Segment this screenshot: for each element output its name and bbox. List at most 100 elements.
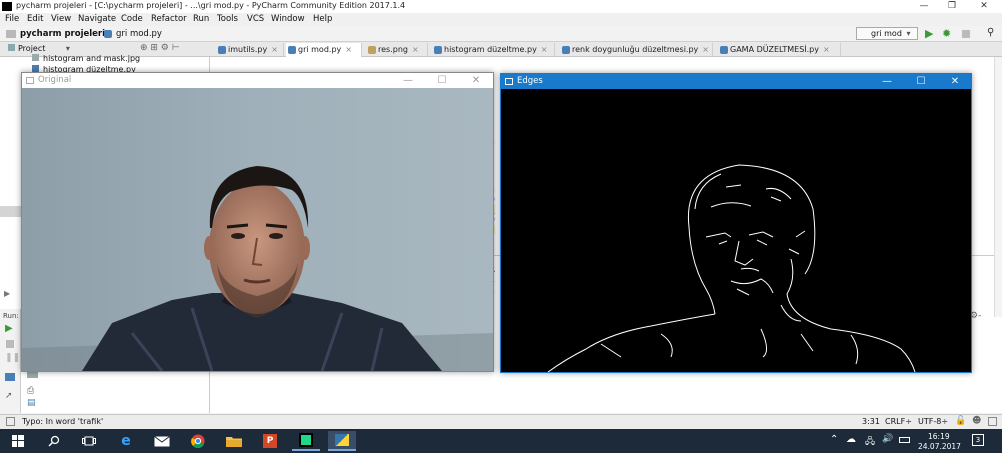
menu-bar: File Edit View Navigate Code Refactor Ru… bbox=[0, 13, 1002, 26]
original-window[interactable]: Original — ☐ ✕ bbox=[21, 72, 494, 372]
tab-label: renk doygunluğu düzeltmesi.py bbox=[572, 45, 699, 54]
stop-icon[interactable] bbox=[962, 30, 970, 38]
search-icon[interactable]: ⚲ bbox=[987, 27, 994, 38]
original-window-titlebar[interactable]: Original — ☐ ✕ bbox=[22, 73, 493, 88]
close-button[interactable]: ✕ bbox=[939, 74, 971, 89]
close-tab-icon[interactable]: × bbox=[823, 45, 830, 54]
lock-icon[interactable]: 🔓 bbox=[955, 416, 966, 426]
rerun-icon[interactable]: ▶ bbox=[5, 323, 13, 334]
pin-icon[interactable]: ➚ bbox=[5, 391, 13, 401]
task-view-button[interactable] bbox=[75, 431, 103, 451]
search-button[interactable] bbox=[40, 431, 68, 451]
close-tab-icon[interactable]: × bbox=[345, 45, 352, 54]
breadcrumb-file[interactable]: gri mod.py bbox=[116, 29, 162, 39]
notification-center-button[interactable]: 3 bbox=[972, 434, 984, 446]
powerpoint-button[interactable]: P bbox=[256, 431, 284, 451]
cloud-icon[interactable]: ☁ bbox=[846, 434, 856, 445]
python-file-icon bbox=[218, 46, 226, 54]
python-window-button[interactable] bbox=[328, 431, 356, 451]
menu-window[interactable]: Window bbox=[271, 14, 305, 24]
minimize-button[interactable]: — bbox=[910, 0, 938, 13]
debug-icon[interactable]: ✹ bbox=[942, 27, 951, 40]
tab-renk-doygunlugu[interactable]: renk doygunluğu düzeltmesi.py × bbox=[560, 43, 713, 57]
menu-edit[interactable]: Edit bbox=[27, 14, 43, 24]
notification-count: 3 bbox=[975, 436, 981, 444]
edges-window-titlebar[interactable]: Edges — ☐ ✕ bbox=[501, 74, 971, 89]
file-explorer-button[interactable] bbox=[220, 431, 248, 451]
tab-gri-mod[interactable]: gri mod.py × bbox=[286, 43, 362, 57]
tray-up-arrow-icon[interactable]: ⌃ bbox=[830, 434, 838, 445]
maximize-button[interactable]: ☐ bbox=[905, 74, 937, 89]
minimize-button[interactable]: — bbox=[392, 73, 424, 88]
close-tab-icon[interactable]: × bbox=[271, 45, 278, 54]
menu-file[interactable]: File bbox=[5, 14, 19, 24]
minimize-button[interactable]: — bbox=[871, 74, 903, 89]
maximize-button[interactable]: ☐ bbox=[426, 73, 458, 88]
editor-tab-bar: Project ▾ ⊕ ⊞ ⚙ ⊢ imutils.py × gri mod.py… bbox=[0, 42, 1002, 57]
close-button[interactable]: ✕ bbox=[970, 0, 998, 13]
run-config-label: gri mod bbox=[871, 29, 902, 38]
trash-icon[interactable]: ▤ bbox=[27, 398, 36, 408]
battery-icon[interactable] bbox=[899, 437, 910, 443]
tab-res-png[interactable]: res.png × bbox=[366, 43, 428, 57]
event-log-icon[interactable] bbox=[988, 417, 997, 426]
menu-run[interactable]: Run bbox=[193, 14, 209, 24]
tab-imutils[interactable]: imutils.py × bbox=[216, 43, 284, 57]
editor-scrollbar[interactable] bbox=[994, 57, 1002, 317]
chrome-button[interactable] bbox=[184, 431, 212, 451]
start-button[interactable] bbox=[4, 431, 32, 451]
tab-label: GAMA DÜZELTMESİ.py bbox=[730, 45, 819, 54]
edges-window-title: Edges bbox=[517, 76, 543, 86]
file-name: histogram and mask.jpg bbox=[43, 54, 141, 63]
mail-button[interactable] bbox=[148, 431, 176, 451]
line-separator[interactable]: CRLF÷ bbox=[885, 417, 912, 426]
breadcrumb-project[interactable]: pycharm projeleri bbox=[20, 29, 105, 39]
tool-settings-icon[interactable]: ⊕ ⊞ ⚙ ⊢ bbox=[140, 43, 180, 53]
restore-button[interactable]: ❐ bbox=[938, 0, 966, 13]
network-icon[interactable]: 🖧 bbox=[865, 434, 875, 450]
powerpoint-icon: P bbox=[263, 434, 277, 448]
close-tab-icon[interactable]: × bbox=[412, 45, 419, 54]
tool-window-icon[interactable] bbox=[6, 417, 15, 426]
tab-label: res.png bbox=[378, 45, 408, 54]
menu-tools[interactable]: Tools bbox=[217, 14, 238, 24]
app-title-bar: pycharm projeleri - [C:\pycharm projeler… bbox=[0, 0, 1002, 13]
project-folder-icon bbox=[8, 44, 15, 51]
status-bar: Typo: In word 'trafik' 3:31 CRLF÷ UTF-8÷… bbox=[0, 414, 1002, 429]
menu-code[interactable]: Code bbox=[121, 14, 143, 24]
menu-view[interactable]: View bbox=[51, 14, 71, 24]
python-file-icon bbox=[32, 65, 39, 72]
list-item[interactable]: histogram and mask.jpg bbox=[32, 54, 140, 63]
cursor-position[interactable]: 3:31 bbox=[862, 417, 880, 426]
stop-icon[interactable] bbox=[6, 340, 14, 348]
tab-gama-duzeltmesi[interactable]: GAMA DÜZELTMESİ.py × bbox=[718, 43, 841, 57]
python-file-icon bbox=[562, 46, 570, 54]
print-icon[interactable]: ⎙ bbox=[27, 386, 34, 396]
run-config-select[interactable]: gri mod ▾ bbox=[856, 27, 918, 40]
tab-histogram-duzeltme[interactable]: histogram düzeltme.py × bbox=[432, 43, 555, 57]
run-icon[interactable]: ▶ bbox=[925, 27, 933, 40]
python-file-icon bbox=[434, 46, 442, 54]
folder-icon bbox=[6, 30, 16, 38]
window-title: pycharm projeleri - [C:\pycharm projeler… bbox=[16, 1, 406, 10]
clock-date[interactable]: 24.07.2017 bbox=[918, 442, 961, 451]
edges-window[interactable]: Edges — ☐ ✕ bbox=[500, 73, 972, 373]
menu-help[interactable]: Help bbox=[313, 14, 332, 24]
volume-icon[interactable]: 🔊 bbox=[882, 434, 893, 444]
inspector-icon[interactable]: ☻ bbox=[972, 416, 981, 426]
close-tab-icon[interactable]: × bbox=[541, 45, 548, 54]
project-tool-label[interactable]: Project ▾ bbox=[8, 44, 70, 53]
expand-icon[interactable]: ▶ bbox=[4, 289, 10, 298]
close-button[interactable]: ✕ bbox=[460, 73, 492, 88]
clock-time[interactable]: 16:19 bbox=[928, 432, 950, 441]
menu-navigate[interactable]: Navigate bbox=[78, 14, 116, 24]
pause-icon[interactable]: ❚❚ bbox=[5, 353, 20, 363]
edge-browser-button[interactable]: e bbox=[112, 431, 140, 451]
menu-refactor[interactable]: Refactor bbox=[151, 14, 187, 24]
close-tab-icon[interactable]: × bbox=[702, 45, 709, 54]
pycharm-taskbar-button[interactable] bbox=[292, 431, 320, 451]
layout-icon[interactable] bbox=[5, 373, 15, 381]
window-icon bbox=[26, 77, 34, 84]
file-encoding[interactable]: UTF-8÷ bbox=[918, 417, 948, 426]
menu-vcs[interactable]: VCS bbox=[247, 14, 264, 24]
